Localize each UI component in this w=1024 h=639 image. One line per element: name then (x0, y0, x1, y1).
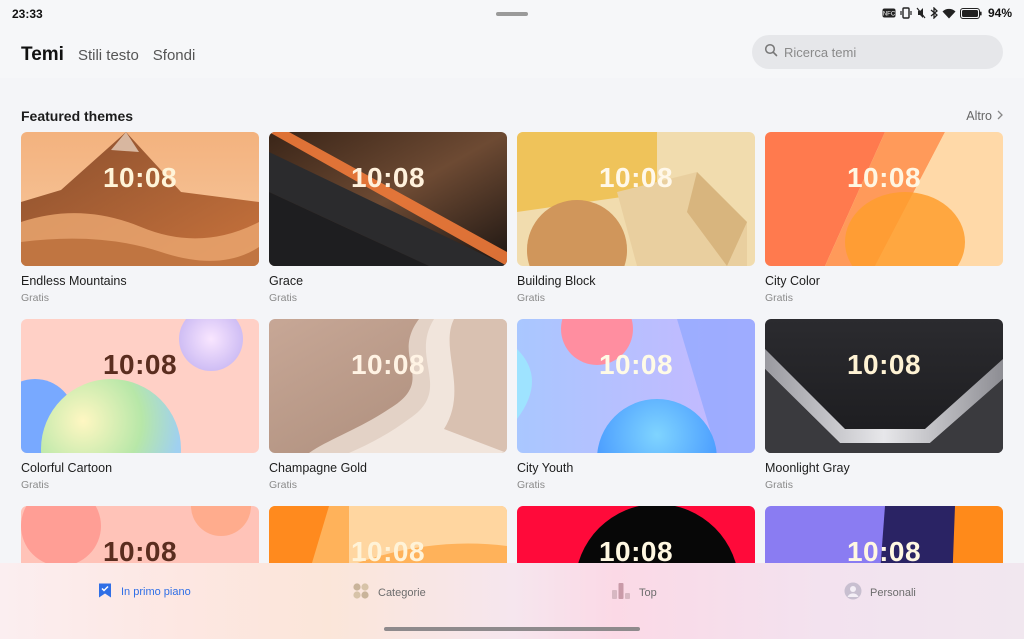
top-tabs: Temi Stili testo Sfondi (21, 44, 195, 66)
home-indicator[interactable] (384, 627, 640, 631)
clock-preview: 10:08 (846, 349, 922, 380)
theme-thumbnail: 10:08 (269, 319, 507, 453)
tab-sfondi[interactable]: Sfondi (153, 47, 196, 64)
theme-card[interactable]: 10:08 City Youth Gratis (517, 319, 755, 491)
chevron-right-icon (997, 109, 1003, 123)
theme-name: City Color (765, 274, 820, 288)
nav-personali[interactable]: Personali (844, 582, 916, 603)
clock-preview: 10:08 (102, 162, 178, 193)
clock-preview: 10:08 (846, 162, 922, 193)
theme-thumbnail: 10:08 (765, 319, 1003, 453)
vibrate-icon (900, 7, 912, 19)
theme-card[interactable]: 10:08 Grace Gratis (269, 132, 507, 304)
search-bar[interactable] (752, 35, 1003, 69)
app-header: Temi Stili testo Sfondi (0, 28, 1024, 78)
theme-price: Gratis (21, 292, 50, 304)
search-icon (764, 43, 778, 62)
more-label: Altro (966, 109, 992, 123)
featured-section-header: Featured themes Altro (21, 107, 1003, 127)
theme-name: Building Block (517, 274, 596, 288)
theme-name: Moonlight Gray (765, 461, 850, 475)
nav-label: Top (639, 586, 657, 599)
theme-thumbnail: 10:08 (517, 319, 755, 453)
nfc-icon: NFC (882, 7, 896, 19)
theme-price: Gratis (269, 479, 298, 491)
top-chart-icon (611, 582, 631, 603)
bottom-navigation: In primo piano Categorie Top Personali (0, 563, 1024, 639)
featured-bookmark-icon (97, 582, 113, 602)
nav-top[interactable]: Top (611, 582, 657, 603)
tab-temi[interactable]: Temi (21, 44, 64, 66)
theme-thumbnail: 10:08 (517, 132, 755, 266)
svg-text:NFC: NFC (883, 12, 896, 18)
theme-card[interactable]: 10:08 Colorful Cartoon Gratis (21, 319, 259, 491)
battery-percentage: 94% (987, 6, 1012, 20)
theme-thumbnail: 10:08 (269, 132, 507, 266)
theme-thumbnail: 10:08 (21, 132, 259, 266)
theme-price: Gratis (517, 479, 546, 491)
theme-card[interactable]: 10:08 City Color Gratis (765, 132, 1003, 304)
battery-icon (959, 7, 982, 19)
categories-icon (352, 582, 370, 603)
theme-price: Gratis (765, 479, 794, 491)
theme-card[interactable]: 10:08 Moonlight Gray Gratis (765, 319, 1003, 491)
theme-card[interactable]: 10:08 Building Block Gratis (517, 132, 755, 304)
theme-price: Gratis (765, 292, 794, 304)
clock-preview: 10:08 (350, 349, 426, 380)
theme-name: Grace (269, 274, 304, 288)
theme-card[interactable]: 10:08 Endless Mountains Gratis (21, 132, 259, 304)
theme-thumbnail: 10:08 (21, 319, 259, 453)
nav-label: Personali (870, 586, 916, 599)
theme-name: Champagne Gold (269, 461, 367, 475)
status-time: 23:33 (12, 7, 43, 21)
theme-price: Gratis (269, 292, 298, 304)
theme-name: Colorful Cartoon (21, 461, 113, 475)
status-icons: NFC 94% (882, 6, 1012, 20)
nav-categorie[interactable]: Categorie (352, 582, 426, 603)
theme-name: City Youth (517, 461, 574, 475)
search-input[interactable] (784, 44, 984, 60)
more-link[interactable]: Altro (966, 109, 1003, 123)
window-grab-handle[interactable] (496, 12, 528, 16)
clock-preview: 10:08 (598, 162, 674, 193)
status-bar: 23:33 NFC 94% (0, 0, 1024, 28)
clock-preview: 10:08 (598, 349, 674, 380)
mute-icon (916, 7, 926, 19)
section-title: Featured themes (21, 108, 134, 124)
profile-icon (844, 582, 862, 603)
clock-preview: 10:08 (350, 162, 426, 193)
theme-price: Gratis (517, 292, 546, 304)
clock-preview: 10:08 (102, 349, 178, 380)
theme-thumbnail: 10:08 (765, 132, 1003, 266)
nav-in-primo-piano[interactable]: In primo piano (97, 582, 191, 602)
tab-stili-testo[interactable]: Stili testo (78, 47, 139, 64)
nav-label: Categorie (378, 586, 426, 599)
theme-price: Gratis (21, 479, 50, 491)
theme-card[interactable]: 10:08 Champagne Gold Gratis (269, 319, 507, 491)
bluetooth-icon (930, 7, 938, 19)
theme-name: Endless Mountains (21, 274, 127, 288)
nav-label: In primo piano (121, 586, 191, 598)
wifi-icon (942, 7, 956, 19)
